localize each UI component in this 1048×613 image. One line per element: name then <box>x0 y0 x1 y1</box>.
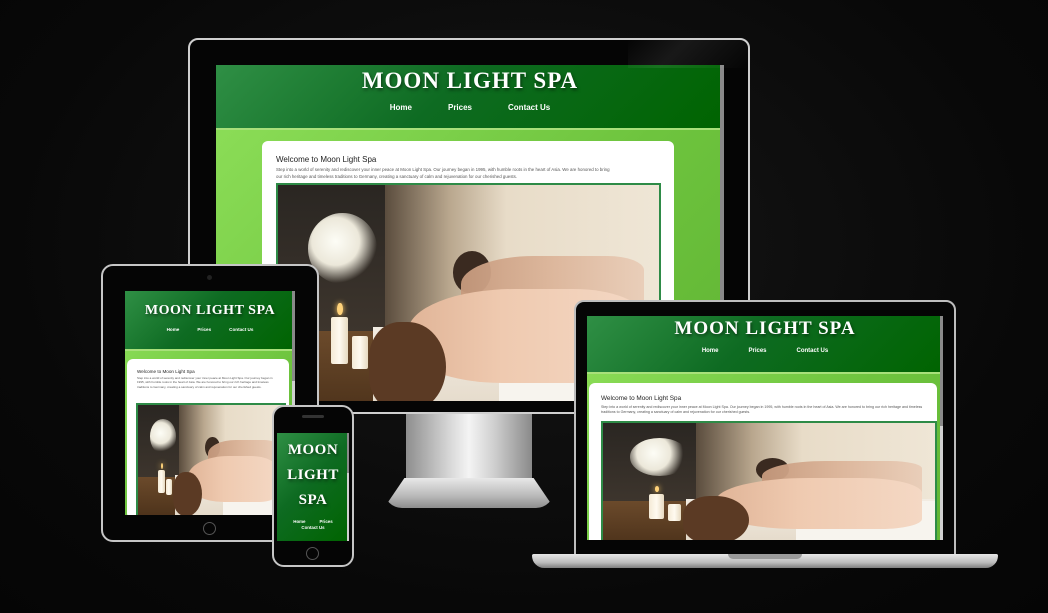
site-nav: Home Prices Contact Us <box>125 327 295 332</box>
phone-scrollbar[interactable] <box>347 433 349 541</box>
tablet-camera <box>207 275 212 280</box>
nav-prices-link[interactable]: Prices <box>197 327 211 332</box>
site-header: MOON LIGHT SPA Home Prices Contact Us <box>216 65 724 130</box>
welcome-heading: Welcome to Moon Light Spa <box>137 369 195 374</box>
tablet-home-button <box>203 522 216 535</box>
nav-home-link[interactable]: Home <box>167 327 180 332</box>
hero-spa-photo <box>136 403 286 515</box>
laptop-scrollbar[interactable] <box>940 316 943 540</box>
site-title: MOON LIGHT SPA <box>361 68 579 93</box>
nav-contact-link[interactable]: Contact Us <box>508 103 550 112</box>
site-nav: Home Prices Contact Us <box>216 103 724 112</box>
site-title: MOON LIGHT SPA <box>674 318 856 339</box>
nav-prices-link[interactable]: Prices <box>320 519 333 524</box>
site-header: MOON LIGHT SPA Home Prices Contact Us <box>587 316 943 374</box>
welcome-text: Step into a world of serenity and redisc… <box>601 405 923 415</box>
hero-spa-photo <box>601 421 937 540</box>
site-title-line-1: MOON <box>287 442 339 458</box>
laptop-screen: MOON LIGHT SPA Home Prices Contact Us We… <box>587 316 943 540</box>
nav-contact-link[interactable]: Contact Us <box>301 525 324 530</box>
phone-home-button <box>306 547 319 560</box>
phone-speaker <box>302 415 324 418</box>
phone-screen: MOON LIGHT SPA Home Prices Contact Us <box>277 433 349 541</box>
nav-prices-link[interactable]: Prices <box>748 348 766 354</box>
site-title: MOON LIGHT SPA <box>144 303 276 318</box>
welcome-heading: Welcome to Moon Light Spa <box>276 155 377 164</box>
welcome-text: Step into a world of serenity and redisc… <box>276 167 610 179</box>
welcome-heading: Welcome to Moon Light Spa <box>601 395 682 402</box>
welcome-card: Welcome to Moon Light Spa Step into a wo… <box>127 359 289 515</box>
site-header: MOON LIGHT SPA Home Prices Contact Us <box>277 433 349 541</box>
site-header: MOON LIGHT SPA Home Prices Contact Us <box>125 291 295 351</box>
nav-home-link[interactable]: Home <box>390 103 412 112</box>
site-title-line-2: LIGHT <box>287 467 339 483</box>
monitor-stand-foot <box>384 478 554 508</box>
site-nav: Home Prices Contact Us <box>283 519 343 530</box>
nav-home-link[interactable]: Home <box>293 519 305 524</box>
nav-prices-link[interactable]: Prices <box>448 103 472 112</box>
site-nav: Home Prices Contact Us <box>587 348 943 354</box>
welcome-text: Step into a world of serenity and redisc… <box>137 376 273 389</box>
phone-mockup: MOON LIGHT SPA Home Prices Contact Us <box>272 405 354 567</box>
tablet-screen: MOON LIGHT SPA Home Prices Contact Us We… <box>125 291 295 515</box>
welcome-card: Welcome to Moon Light Spa Step into a wo… <box>589 383 937 540</box>
nav-contact-link[interactable]: Contact Us <box>797 348 829 354</box>
site-title-line-3: SPA <box>298 492 328 508</box>
laptop-notch <box>728 554 802 559</box>
nav-contact-link[interactable]: Contact Us <box>229 327 253 332</box>
laptop-mockup: MOON LIGHT SPA Home Prices Contact Us We… <box>532 300 998 570</box>
nav-home-link[interactable]: Home <box>702 348 719 354</box>
